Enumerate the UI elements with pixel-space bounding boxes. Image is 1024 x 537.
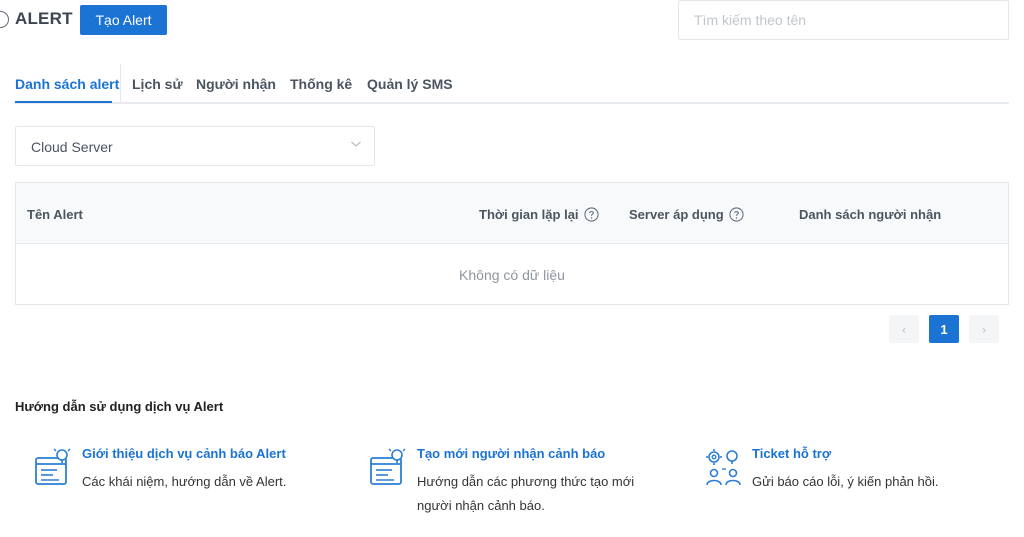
tab-divider [120, 64, 121, 102]
create-alert-button[interactable]: Tạo Alert [80, 5, 167, 35]
guide-desc-intro: Các khái niệm, hướng dẫn về Alert. [82, 474, 287, 489]
column-alert-name: Tên Alert [27, 207, 83, 222]
back-icon[interactable] [0, 11, 9, 28]
empty-state: Không có dữ liệu [459, 267, 565, 283]
column-recipient-list: Danh sách người nhận [799, 207, 942, 222]
document-bulb-icon [35, 448, 71, 485]
guide-desc-create-recipient: Hướng dẫn các phương thức tạo mới người … [417, 474, 635, 513]
alert-table: Tên Alert Thời gian lặp lại Server áp dụ… [15, 182, 1009, 305]
help-icon[interactable] [729, 207, 744, 222]
guide-link-create-recipient[interactable]: Tạo mới người nhận cảnh báo [417, 446, 605, 461]
tab-bar: Danh sách alert Lịch sử Người nhận Thống… [15, 64, 1009, 104]
page-header: ALERT Tạo Alert [0, 0, 1024, 44]
document-bulb-icon [370, 448, 406, 485]
pagination-page-1[interactable]: 1 [929, 315, 959, 343]
tab-recipients[interactable]: Người nhận [196, 76, 276, 92]
pagination-prev-button[interactable]: ‹ [889, 315, 919, 343]
service-select[interactable]: Cloud Server [15, 126, 375, 166]
tab-history[interactable]: Lịch sử [132, 76, 183, 92]
service-select-value: Cloud Server [31, 139, 113, 155]
table-header: Tên Alert Thời gian lặp lại Server áp dụ… [16, 183, 1008, 244]
page-title: ALERT [15, 9, 73, 28]
guide-section-title: Hướng dẫn sử dụng dịch vụ Alert [15, 399, 224, 414]
help-icon[interactable] [583, 207, 599, 222]
tab-statistics[interactable]: Thống kê [290, 76, 352, 92]
active-tab-indicator [15, 101, 112, 103]
guide-desc-ticket: Gửi báo cáo lỗi, ý kiến phản hồi. [752, 474, 939, 489]
tab-alert-list[interactable]: Danh sách alert [15, 76, 119, 92]
gear-people-icon [706, 449, 741, 486]
pagination-next-button[interactable]: › [969, 315, 999, 343]
guide-link-ticket[interactable]: Ticket hỗ trợ [752, 446, 831, 461]
search-input[interactable] [678, 0, 1009, 40]
guide-link-intro[interactable]: Giới thiệu dịch vụ cảnh báo Alert [82, 446, 286, 461]
tab-sms-management[interactable]: Quản lý SMS [367, 76, 453, 92]
column-applied-server: Server áp dụng [629, 207, 744, 222]
column-repeat-time: Thời gian lặp lại [479, 207, 599, 222]
chevron-down-icon [351, 141, 361, 147]
